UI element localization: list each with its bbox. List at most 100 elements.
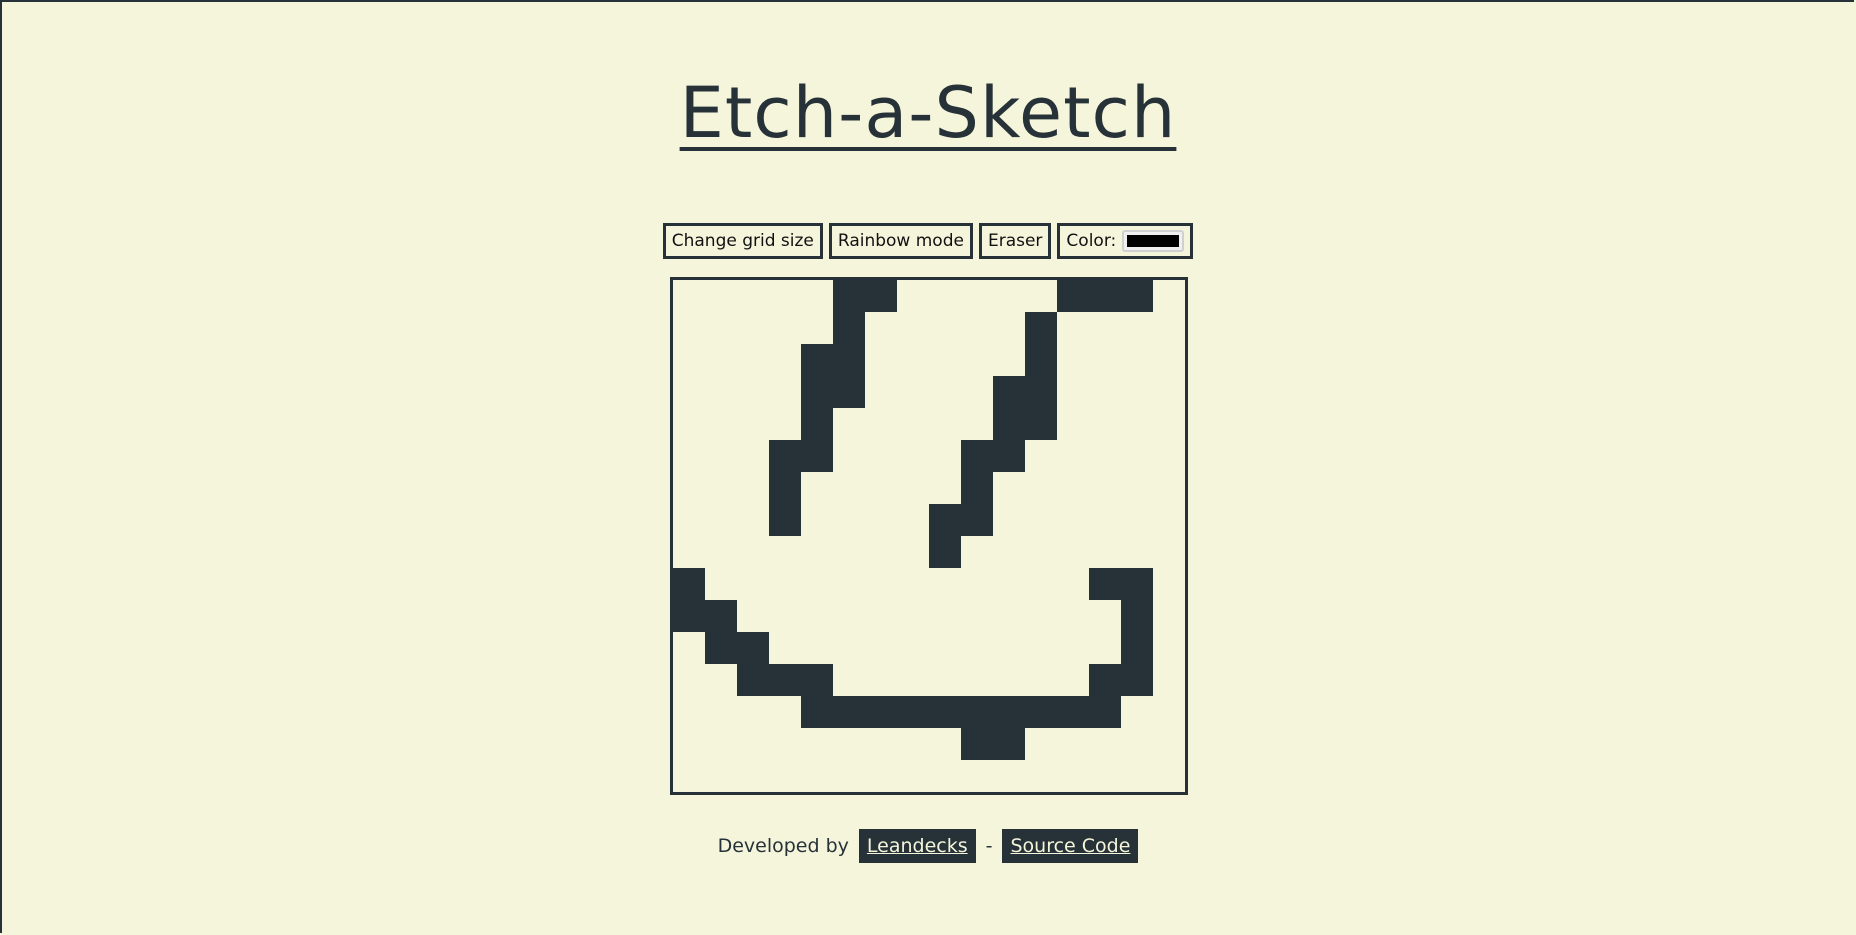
grid-cell[interactable] bbox=[705, 280, 737, 312]
grid-cell[interactable] bbox=[769, 664, 801, 696]
grid-cell[interactable] bbox=[1089, 280, 1121, 312]
grid-cell[interactable] bbox=[1089, 600, 1121, 632]
grid-cell[interactable] bbox=[897, 568, 929, 600]
grid-cell[interactable] bbox=[1057, 696, 1089, 728]
grid-cell[interactable] bbox=[769, 312, 801, 344]
grid-cell[interactable] bbox=[993, 408, 1025, 440]
grid-cell[interactable] bbox=[1153, 472, 1185, 504]
grid-cell[interactable] bbox=[1057, 536, 1089, 568]
grid-cell[interactable] bbox=[897, 408, 929, 440]
grid-cell[interactable] bbox=[769, 376, 801, 408]
grid-cell[interactable] bbox=[1025, 344, 1057, 376]
grid-cell[interactable] bbox=[1153, 664, 1185, 696]
grid-cell[interactable] bbox=[1057, 312, 1089, 344]
grid-cell[interactable] bbox=[737, 536, 769, 568]
grid-cell[interactable] bbox=[801, 408, 833, 440]
grid-cell[interactable] bbox=[673, 696, 705, 728]
grid-cell[interactable] bbox=[929, 728, 961, 760]
grid-cell[interactable] bbox=[993, 760, 1025, 792]
grid-cell[interactable] bbox=[1057, 472, 1089, 504]
grid-cell[interactable] bbox=[929, 280, 961, 312]
grid-cell[interactable] bbox=[929, 696, 961, 728]
grid-cell[interactable] bbox=[993, 472, 1025, 504]
grid-cell[interactable] bbox=[961, 568, 993, 600]
grid-cell[interactable] bbox=[769, 632, 801, 664]
grid-cell[interactable] bbox=[897, 600, 929, 632]
grid-cell[interactable] bbox=[737, 760, 769, 792]
grid-cell[interactable] bbox=[833, 472, 865, 504]
grid-cell[interactable] bbox=[865, 536, 897, 568]
grid-cell[interactable] bbox=[897, 536, 929, 568]
grid-cell[interactable] bbox=[1089, 536, 1121, 568]
grid-cell[interactable] bbox=[801, 344, 833, 376]
grid-cell[interactable] bbox=[897, 664, 929, 696]
grid-cell[interactable] bbox=[929, 760, 961, 792]
grid-cell[interactable] bbox=[1153, 440, 1185, 472]
grid-cell[interactable] bbox=[1153, 504, 1185, 536]
grid-cell[interactable] bbox=[993, 728, 1025, 760]
grid-cell[interactable] bbox=[929, 408, 961, 440]
grid-cell[interactable] bbox=[897, 440, 929, 472]
grid-cell[interactable] bbox=[769, 600, 801, 632]
grid-cell[interactable] bbox=[993, 600, 1025, 632]
grid-cell[interactable] bbox=[1025, 632, 1057, 664]
grid-cell[interactable] bbox=[673, 344, 705, 376]
grid-cell[interactable] bbox=[769, 472, 801, 504]
grid-cell[interactable] bbox=[1121, 568, 1153, 600]
grid-cell[interactable] bbox=[833, 344, 865, 376]
grid-cell[interactable] bbox=[865, 280, 897, 312]
grid-cell[interactable] bbox=[1121, 472, 1153, 504]
grid-cell[interactable] bbox=[801, 664, 833, 696]
grid-cell[interactable] bbox=[865, 600, 897, 632]
grid-cell[interactable] bbox=[1153, 696, 1185, 728]
grid-cell[interactable] bbox=[961, 728, 993, 760]
grid-cell[interactable] bbox=[961, 536, 993, 568]
grid-cell[interactable] bbox=[705, 472, 737, 504]
grid-cell[interactable] bbox=[1153, 568, 1185, 600]
grid-cell[interactable] bbox=[897, 280, 929, 312]
grid-cell[interactable] bbox=[737, 696, 769, 728]
color-picker[interactable] bbox=[1122, 230, 1185, 252]
grid-cell[interactable] bbox=[961, 344, 993, 376]
grid-cell[interactable] bbox=[929, 504, 961, 536]
grid-cell[interactable] bbox=[1025, 472, 1057, 504]
grid-cell[interactable] bbox=[833, 696, 865, 728]
grid-cell[interactable] bbox=[801, 472, 833, 504]
grid-cell[interactable] bbox=[1121, 760, 1153, 792]
grid-cell[interactable] bbox=[673, 312, 705, 344]
grid-cell[interactable] bbox=[1153, 344, 1185, 376]
grid-cell[interactable] bbox=[1025, 568, 1057, 600]
grid-cell[interactable] bbox=[1089, 440, 1121, 472]
grid-cell[interactable] bbox=[1057, 440, 1089, 472]
grid-cell[interactable] bbox=[673, 408, 705, 440]
grid-cell[interactable] bbox=[833, 504, 865, 536]
grid-cell[interactable] bbox=[1121, 280, 1153, 312]
grid-cell[interactable] bbox=[1121, 664, 1153, 696]
grid-cell[interactable] bbox=[769, 504, 801, 536]
grid-cell[interactable] bbox=[1089, 408, 1121, 440]
grid-cell[interactable] bbox=[1121, 504, 1153, 536]
grid-cell[interactable] bbox=[961, 312, 993, 344]
grid-cell[interactable] bbox=[705, 440, 737, 472]
grid-cell[interactable] bbox=[737, 728, 769, 760]
grid-cell[interactable] bbox=[673, 504, 705, 536]
grid-cell[interactable] bbox=[961, 472, 993, 504]
grid-cell[interactable] bbox=[1057, 376, 1089, 408]
grid-cell[interactable] bbox=[929, 344, 961, 376]
grid-cell[interactable] bbox=[1153, 408, 1185, 440]
grid-cell[interactable] bbox=[801, 440, 833, 472]
grid-cell[interactable] bbox=[1057, 600, 1089, 632]
grid-cell[interactable] bbox=[1057, 664, 1089, 696]
grid-cell[interactable] bbox=[801, 632, 833, 664]
grid-cell[interactable] bbox=[865, 728, 897, 760]
grid-cell[interactable] bbox=[801, 504, 833, 536]
grid-cell[interactable] bbox=[865, 376, 897, 408]
grid-cell[interactable] bbox=[737, 472, 769, 504]
grid-cell[interactable] bbox=[673, 728, 705, 760]
grid-cell[interactable] bbox=[705, 504, 737, 536]
grid-cell[interactable] bbox=[1153, 760, 1185, 792]
grid-cell[interactable] bbox=[865, 504, 897, 536]
grid-cell[interactable] bbox=[705, 760, 737, 792]
grid-cell[interactable] bbox=[961, 696, 993, 728]
grid-cell[interactable] bbox=[897, 344, 929, 376]
